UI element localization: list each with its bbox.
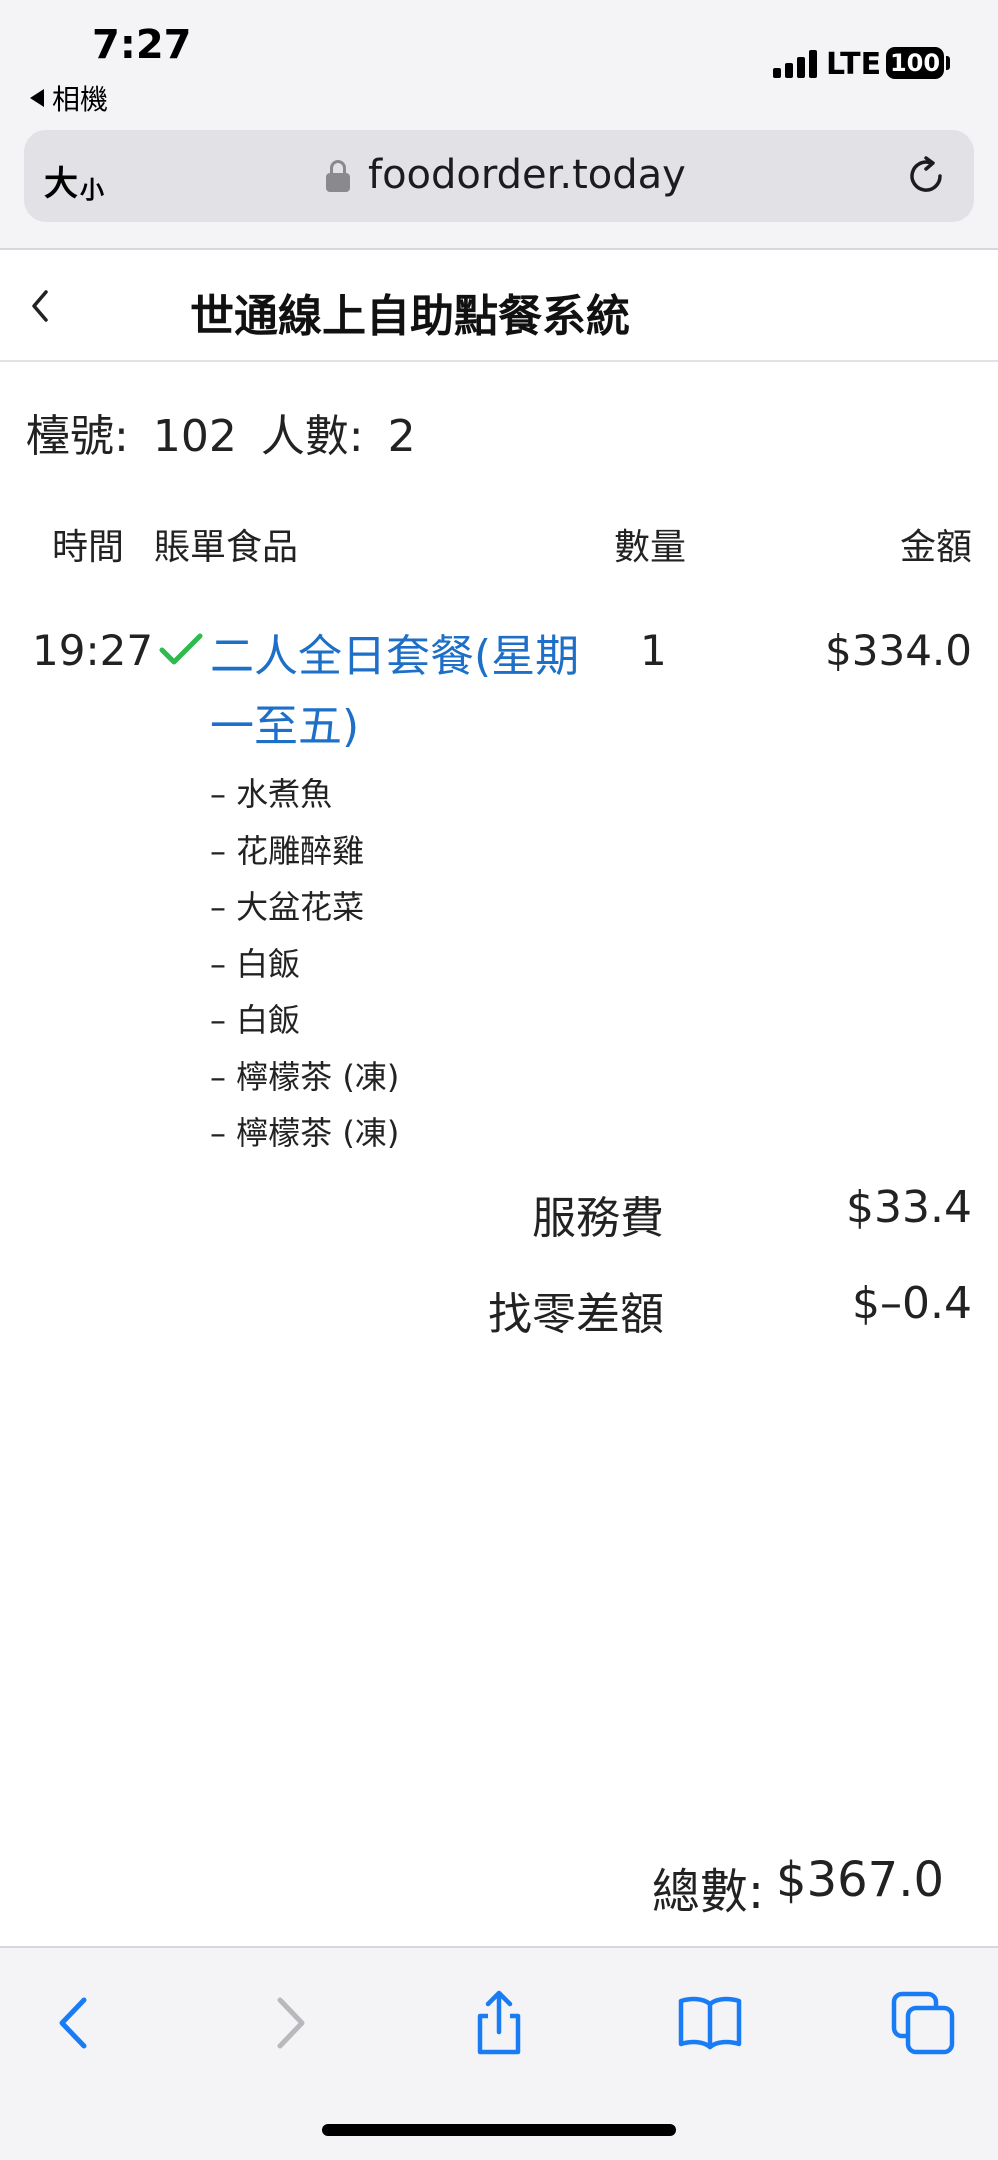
guests-count: 2 <box>387 411 416 462</box>
order-amount: $334.0 <box>825 626 972 675</box>
text-size-large-label: 大 <box>44 164 78 204</box>
list-item: – 水煮魚 <box>210 775 333 813</box>
battery-tip-icon <box>946 56 950 70</box>
reload-icon[interactable] <box>904 154 948 198</box>
text-size-small-label: 小 <box>80 176 104 204</box>
column-header-time: 時間 <box>52 527 125 568</box>
page-title: 世通線上自助點餐系統 <box>190 291 630 342</box>
list-item: – 花雕醉雞 <box>210 831 365 870</box>
back-app-label: 相機 <box>52 83 109 116</box>
order-sub-items: – 水煮魚 – 花雕醉雞 – 大盆花菜 – 白飯 – 白飯 – 檸檬茶 (凍) … <box>210 766 399 1162</box>
column-header-amount: 金額 <box>899 527 972 568</box>
rounding-value: $–0.4 <box>852 1278 972 1329</box>
service-fee-value: $33.4 <box>846 1182 972 1233</box>
back-to-app-link[interactable]: 相機 <box>30 78 108 118</box>
column-header-qty: 數量 <box>614 527 687 568</box>
order-time: 19:27 <box>32 626 154 675</box>
back-triangle-icon <box>30 89 44 107</box>
column-header-item: 賬單食品 <box>154 527 299 568</box>
browser-chrome: 7:27 相機 LTE 100 大小 foodorder.today <box>0 0 998 248</box>
guests-label: 人數: <box>260 411 364 462</box>
rounding-label: 找零差額 <box>488 1289 664 1340</box>
battery-icon: 100 <box>886 47 944 79</box>
list-item: – 白飯 <box>210 1001 301 1039</box>
order-qty: 1 <box>640 626 667 675</box>
total-label: 總數: <box>651 1864 765 1920</box>
page-header: 世通線上自助點餐系統 <box>0 248 998 362</box>
forward-nav-icon[interactable] <box>254 1988 324 2058</box>
share-icon[interactable] <box>464 1988 534 2058</box>
service-fee-label: 服務費 <box>532 1193 664 1244</box>
order-item-name[interactable]: 二人全日套餐(星期一至五) <box>210 622 590 762</box>
list-item: – 檸檬茶 (凍) <box>210 1114 400 1152</box>
table-number-label: 檯號: <box>26 411 129 462</box>
check-icon <box>159 633 203 665</box>
table-number: 102 <box>152 411 237 462</box>
tabs-icon[interactable] <box>888 1988 958 2058</box>
list-item: – 大盆花菜 <box>210 888 365 926</box>
list-item: – 檸檬茶 (凍) <box>210 1057 400 1096</box>
cellular-signal-icon <box>773 50 817 78</box>
lock-icon <box>326 160 350 192</box>
order-total: 總數: $367.0 <box>652 1852 944 1922</box>
status-time: 7:27 <box>92 22 192 68</box>
home-indicator[interactable] <box>322 2124 676 2136</box>
url-text[interactable]: foodorder.today <box>368 152 686 198</box>
screen: 7:27 相機 LTE 100 大小 foodorder.today 世通線上自… <box>0 0 998 2160</box>
address-bar[interactable]: 大小 foodorder.today <box>24 130 974 222</box>
text-size-button[interactable]: 大小 <box>44 156 104 205</box>
list-item: – 白飯 <box>210 944 301 983</box>
back-chevron-icon[interactable] <box>26 286 56 326</box>
table-info: 檯號: 102 人數: 2 <box>26 400 426 464</box>
battery-level: 100 <box>889 49 941 77</box>
back-nav-icon[interactable] <box>40 1988 110 2058</box>
network-type: LTE <box>826 47 882 82</box>
total-value: $367.0 <box>776 1852 944 1908</box>
bookmarks-icon[interactable] <box>675 1988 745 2058</box>
